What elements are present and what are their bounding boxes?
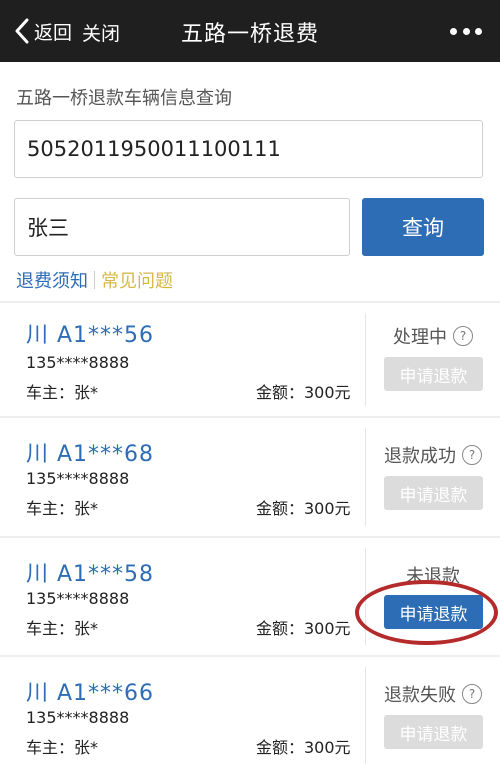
card-divider xyxy=(365,548,366,645)
owner-name: 车主：张* xyxy=(26,738,99,757)
more-menu-button[interactable] xyxy=(450,27,482,35)
apply-refund-button: 申请退款 xyxy=(384,357,483,391)
phone-number: 135****8888 xyxy=(26,469,130,488)
plate-number: 川 A1***66 xyxy=(26,681,155,706)
refund-status: 退款成功 ? xyxy=(374,442,492,468)
owner-name-input[interactable] xyxy=(14,198,350,256)
card-divider xyxy=(365,667,366,764)
refund-status: 退款失败 ? xyxy=(374,681,492,707)
plate-number-input[interactable] xyxy=(14,120,483,178)
query-section-title: 五路一桥退款车辆信息查询 xyxy=(16,88,232,109)
query-button[interactable]: 查询 xyxy=(362,198,484,256)
link-separator xyxy=(94,271,95,289)
card-divider xyxy=(365,313,366,406)
vehicle-record-card: 川 A1***68 135****8888 车主：张* 金额：300元 退款成功… xyxy=(0,418,500,536)
apply-refund-button[interactable]: 申请退款 xyxy=(384,595,483,629)
refund-amount: 金额：300元 xyxy=(256,738,351,757)
status-text: 退款成功 xyxy=(384,446,456,467)
vehicle-record-card: 川 A1***58 135****8888 车主：张* 金额：300元 未退款 … xyxy=(0,538,500,655)
status-text: 处理中 xyxy=(393,327,447,348)
plate-number: 川 A1***56 xyxy=(26,323,155,348)
refund-notice-link[interactable]: 退费须知 xyxy=(16,267,88,293)
refund-amount: 金额：300元 xyxy=(256,499,351,518)
owner-name: 车主：张* xyxy=(26,619,99,638)
refund-status: 未退款 xyxy=(374,562,492,588)
card-divider xyxy=(365,428,366,526)
help-question-icon[interactable]: ? xyxy=(462,684,482,704)
apply-refund-button: 申请退款 xyxy=(384,715,483,749)
owner-name: 车主：张* xyxy=(26,499,99,518)
phone-number: 135****8888 xyxy=(26,708,130,727)
plate-number: 川 A1***68 xyxy=(26,442,155,467)
phone-number: 135****8888 xyxy=(26,353,130,372)
more-dots-icon xyxy=(450,27,457,35)
status-text: 未退款 xyxy=(406,566,460,587)
refund-amount: 金额：300元 xyxy=(256,619,351,638)
status-text: 退款失败 xyxy=(384,685,456,706)
page-title: 五路一桥退费 xyxy=(180,22,319,47)
refund-amount: 金额：300元 xyxy=(256,383,351,402)
refund-status: 处理中 ? xyxy=(374,323,492,349)
vehicle-record-card: 川 A1***56 135****8888 车主：张* 金额：300元 处理中 … xyxy=(0,303,500,416)
top-nav-bar: 返回 关闭 五路一桥退费 xyxy=(0,0,500,62)
help-question-icon[interactable]: ? xyxy=(453,326,473,346)
help-question-icon[interactable]: ? xyxy=(462,445,482,465)
vehicle-record-card: 川 A1***66 135****8888 车主：张* 金额：300元 退款失败… xyxy=(0,657,500,774)
plate-number: 川 A1***58 xyxy=(26,562,155,587)
faq-link[interactable]: 常见问题 xyxy=(101,267,173,293)
apply-refund-button: 申请退款 xyxy=(384,476,483,510)
help-links: 退费须知 常见问题 xyxy=(16,267,173,293)
phone-number: 135****8888 xyxy=(26,589,130,608)
owner-name: 车主：张* xyxy=(26,383,99,402)
